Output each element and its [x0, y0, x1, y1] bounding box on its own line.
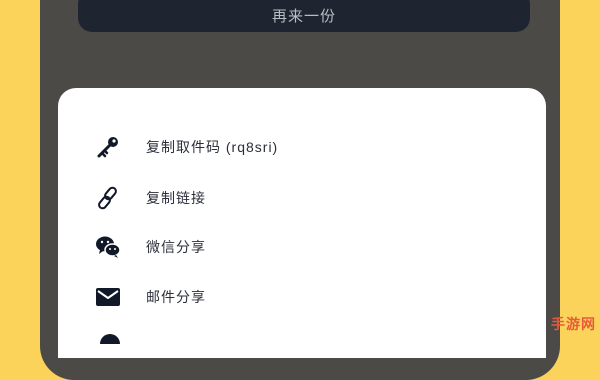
menu-item-label: 邮件分享 — [146, 289, 206, 305]
top-action-button[interactable]: 再来一份 — [78, 0, 530, 32]
share-sheet: 复制取件码 (rq8sri) 复制链接 微信分享 邮件分享 — [58, 88, 546, 358]
menu-item-copy-pickup-code[interactable]: 复制取件码 (rq8sri) — [94, 132, 514, 162]
menu-item-label: 复制链接 — [146, 190, 206, 206]
mail-icon — [94, 283, 122, 311]
link-icon — [94, 184, 122, 212]
menu-item-wechat-share[interactable]: 微信分享 — [94, 232, 514, 262]
menu-item-label: 微信分享 — [146, 239, 206, 255]
watermark-text: 手游网 — [551, 316, 596, 332]
site-watermark: 手游网 — [544, 312, 600, 336]
menu-item-copy-link[interactable]: 复制链接 — [94, 183, 514, 213]
menu-item-email-share[interactable]: 邮件分享 — [94, 282, 514, 312]
top-action-button-label: 再来一份 — [271, 8, 336, 25]
menu-item-label: 复制取件码 (rq8sri) — [146, 139, 279, 155]
partial-icon — [100, 334, 120, 344]
wechat-icon — [94, 233, 122, 261]
key-icon — [94, 133, 122, 161]
